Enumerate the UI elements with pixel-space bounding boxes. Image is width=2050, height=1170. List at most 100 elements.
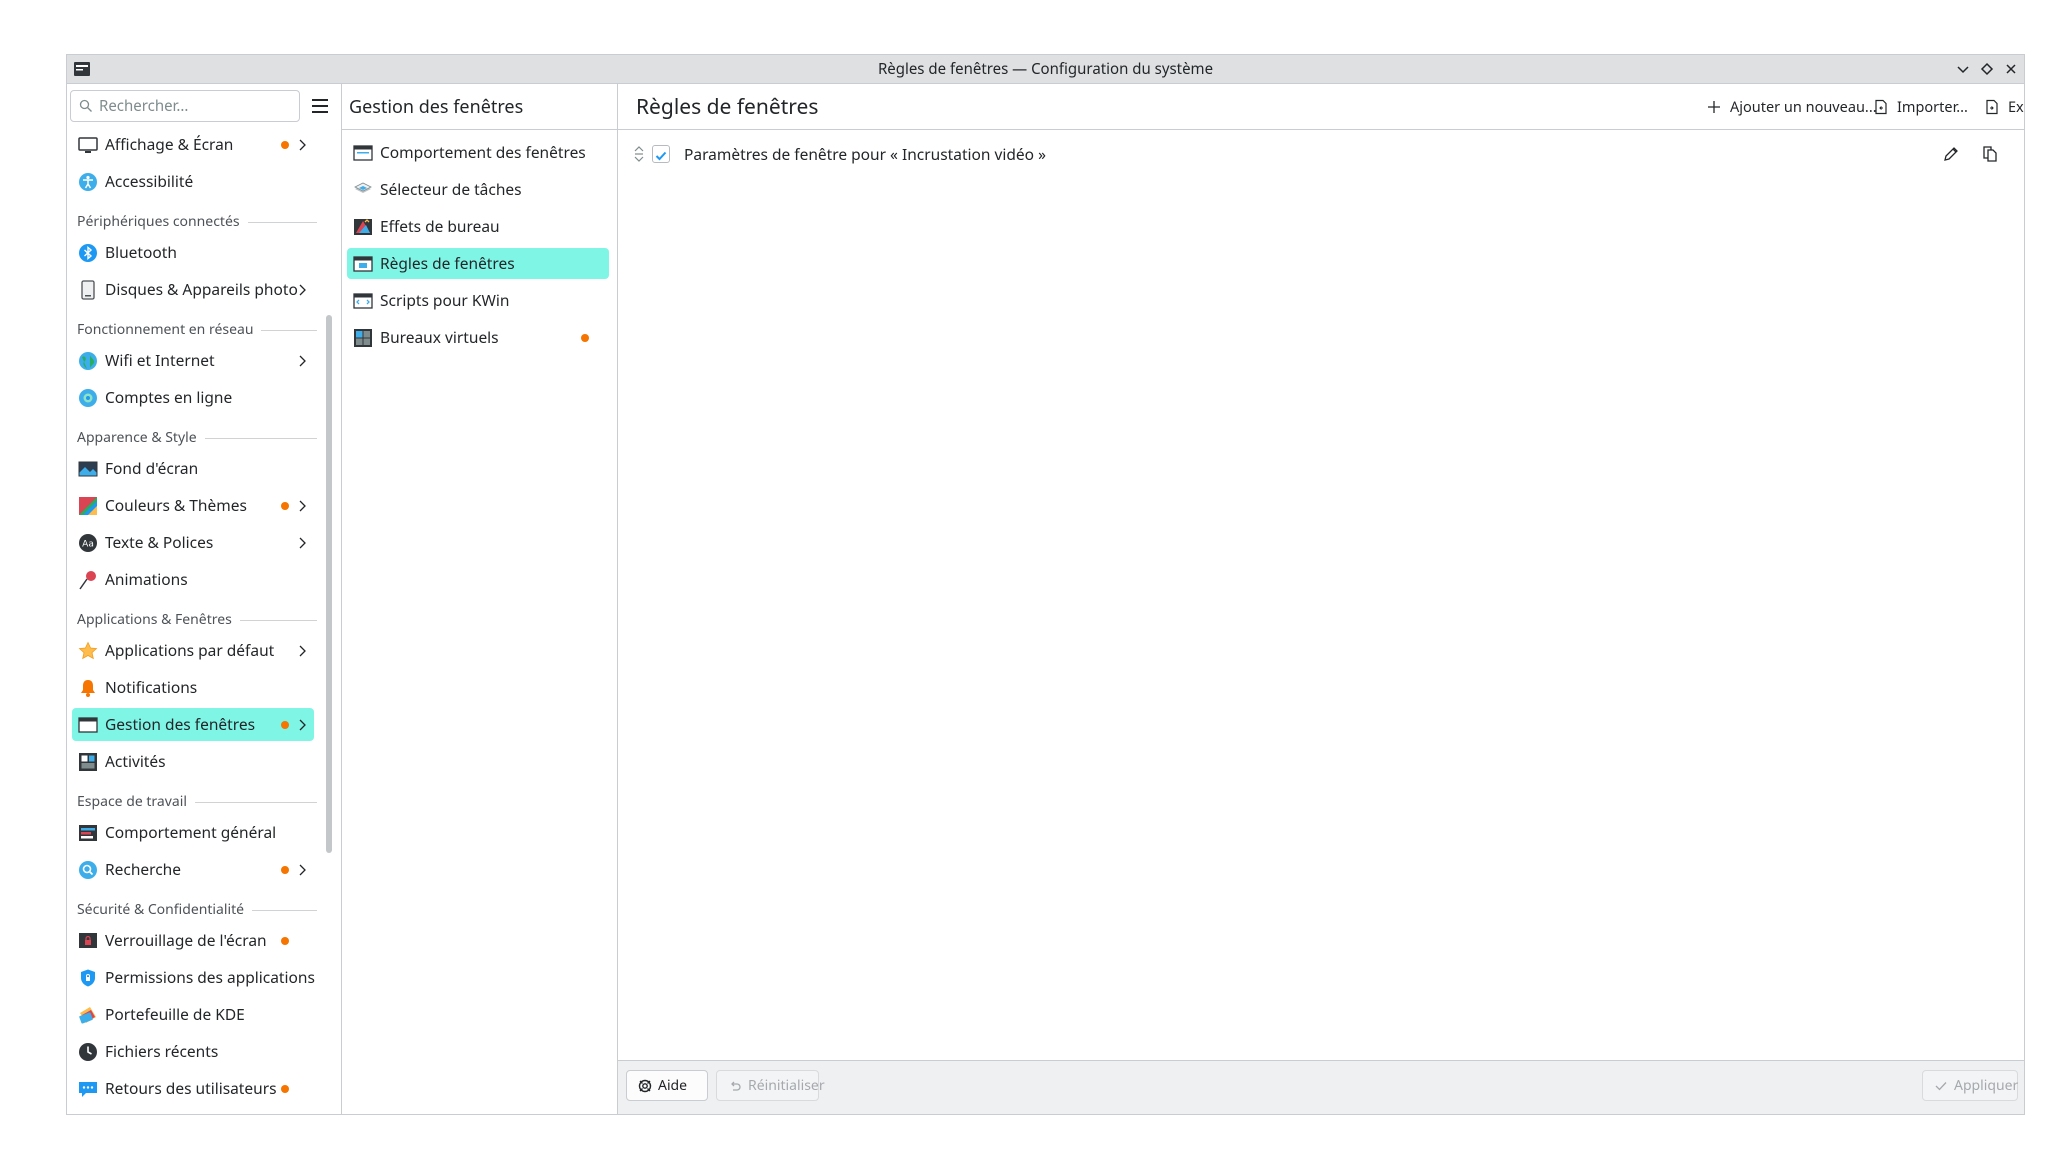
sidebar-item-wifi-et-internet[interactable]: Wifi et Internet (72, 344, 314, 377)
lock-screen-icon (79, 933, 97, 948)
modified-indicator (281, 502, 289, 510)
display-icon (78, 137, 98, 153)
sidebar-item-disques-appareils-photo[interactable]: Disques & Appareils photo (72, 273, 314, 306)
drag-handle-icon[interactable] (632, 144, 646, 164)
rule-row[interactable]: Paramètres de fenêtre pour « Incrustatio… (628, 136, 2018, 172)
subcategory-item-bureaux-virtuels[interactable]: Bureaux virtuels (347, 322, 609, 353)
sidebar-item-verrouillage-de-l-ecran[interactable]: Verrouillage de l'écran (72, 924, 314, 957)
subcategory-item-effets-de-bureau[interactable]: Effets de bureau (347, 211, 609, 242)
add-new-button[interactable]: Ajouter un nouveau... (1706, 93, 1877, 121)
document-import-icon (1875, 99, 1887, 115)
sidebar-item-retours-des-utilisateurs[interactable]: Retours des utilisateurs (72, 1072, 314, 1105)
sidebar-item-label: Fond d'écran (105, 457, 199, 479)
sidebar-item-affichage-ecran[interactable]: Affichage & Écran (72, 129, 314, 161)
subcategory-item-scripts-pour-kwin[interactable]: Scripts pour KWin (347, 285, 609, 316)
window-title: Règles de fenêtres — Configuration du sy… (877, 59, 1214, 79)
chevron-right-icon (299, 864, 306, 876)
sidebar-item-texte-polices[interactable]: Aa Texte & Polices (72, 526, 314, 559)
subcategory-item-regles-de-fenetres[interactable]: Règles de fenêtres (347, 248, 609, 279)
add-new-label: Ajouter un nouveau... (1730, 97, 1877, 117)
section-label: Apparence & Style (77, 428, 205, 448)
subcategory-header: Gestion des fenêtres (342, 84, 617, 130)
chevron-right-icon (299, 719, 306, 731)
sidebar-item-label: Animations (105, 568, 188, 590)
accessibility-icon (79, 173, 97, 191)
sidebar-item-label: Verrouillage de l'écran (105, 929, 267, 951)
subcategory-item-selecteur-de-taches[interactable]: Sélecteur de tâches (347, 174, 609, 205)
sidebar-item-fond-d-ecran[interactable]: Fond d'écran (72, 452, 314, 485)
general-behavior-icon (79, 825, 97, 841)
help-icon (638, 1079, 652, 1093)
modified-indicator (281, 937, 289, 945)
sidebar-item-label: Recherche (105, 858, 181, 880)
search-icon (79, 99, 92, 112)
rule-label: Paramètres de fenêtre pour « Incrustatio… (684, 143, 1046, 165)
edit-icon[interactable] (1942, 145, 1960, 163)
subcategory-item-label: Scripts pour KWin (380, 289, 510, 311)
sidebar-item-comportement-general[interactable]: Comportement général (72, 816, 314, 849)
apply-button[interactable]: Appliquer (1922, 1070, 2018, 1101)
sidebar-item-recherche[interactable]: Recherche (72, 853, 314, 886)
search-input[interactable]: Rechercher... (70, 90, 300, 122)
duplicate-icon[interactable] (1981, 145, 1999, 163)
sidebar-item-permissions-des-applications[interactable]: Permissions des applications (72, 961, 315, 994)
sidebar-item-fichiers-recents[interactable]: Fichiers récents (72, 1035, 314, 1068)
subcategory-item-comportement-des-fenetres[interactable]: Comportement des fenêtres (347, 137, 609, 168)
feedback-icon (79, 1082, 97, 1097)
activities-icon (79, 753, 97, 771)
sidebar-item-label: Bluetooth (105, 241, 177, 263)
sidebar-item-comptes-en-ligne[interactable]: Comptes en ligne (72, 381, 314, 414)
subcategory-item-label: Effets de bureau (380, 215, 500, 237)
kwin-scripts-icon (353, 293, 373, 309)
wallet-icon (79, 1007, 96, 1024)
subcategory-item-label: Sélecteur de tâches (380, 178, 522, 200)
chevron-right-icon (299, 284, 306, 296)
window-behavior-icon (353, 145, 373, 161)
globe-icon (79, 352, 97, 370)
minimize-icon[interactable] (1954, 60, 1972, 78)
sidebar-item-applications-par-defaut[interactable]: Applications par défaut (72, 634, 314, 667)
scrollbar-thumb[interactable] (326, 315, 332, 853)
task-switcher-icon (354, 182, 372, 193)
hamburger-menu-icon[interactable] (310, 96, 330, 116)
sidebar-item-couleurs-themes[interactable]: Couleurs & Thèmes (72, 489, 314, 522)
maximize-icon[interactable] (1978, 60, 1996, 78)
shield-icon (81, 969, 95, 987)
undo-icon (731, 1081, 741, 1091)
section-header: Périphériques connectés (77, 212, 317, 232)
virtual-desktops-icon (354, 329, 372, 347)
sidebar-item-accessibilite[interactable]: Accessibilité (72, 165, 314, 198)
drive-icon (81, 280, 95, 300)
export-button[interactable]: Exporter... (1984, 93, 2024, 121)
sidebar-item-label: Affichage & Écran (105, 133, 234, 155)
sidebar-item-portefeuille-de-kde[interactable]: Portefeuille de KDE (72, 998, 314, 1031)
import-button[interactable]: Importer... (1873, 93, 1968, 121)
wallpaper-icon (78, 461, 98, 477)
colors-icon (79, 497, 97, 515)
section-label: Applications & Fenêtres (77, 610, 240, 630)
online-accounts-icon (79, 389, 97, 407)
sidebar-item-bluetooth[interactable]: Bluetooth (72, 236, 314, 269)
sidebar-item-gestion-des-fenetres[interactable]: Gestion des fenêtres (72, 708, 314, 741)
section-header: Apparence & Style (77, 428, 317, 448)
sidebar-item-label: Comptes en ligne (105, 386, 233, 408)
sidebar-item-activites[interactable]: Activités (72, 745, 314, 778)
sidebar-item-label: Activités (105, 750, 166, 772)
help-button[interactable]: Aide (626, 1070, 708, 1101)
delete-icon[interactable] (2021, 145, 2025, 163)
clock-icon (79, 1043, 97, 1061)
sidebar-item-animations[interactable]: Animations (72, 563, 314, 596)
chevron-right-icon (299, 355, 306, 367)
reset-button[interactable]: Réinitialiser (716, 1070, 825, 1101)
sidebar: Rechercher... Affichage & Écran Accessibi… (67, 84, 342, 1114)
sidebar-scrollbar[interactable] (325, 129, 333, 1114)
close-icon[interactable] (2002, 60, 2020, 78)
modified-indicator (281, 1085, 289, 1093)
plus-icon (1708, 101, 1720, 113)
search-placeholder: Rechercher... (99, 96, 189, 116)
rule-enabled-checkbox[interactable] (652, 145, 670, 163)
search-circle-icon (79, 861, 97, 879)
sidebar-item-label: Gestion des fenêtres (105, 713, 256, 735)
sidebar-item-label: Portefeuille de KDE (105, 1003, 245, 1025)
sidebar-item-notifications[interactable]: Notifications (72, 671, 314, 704)
